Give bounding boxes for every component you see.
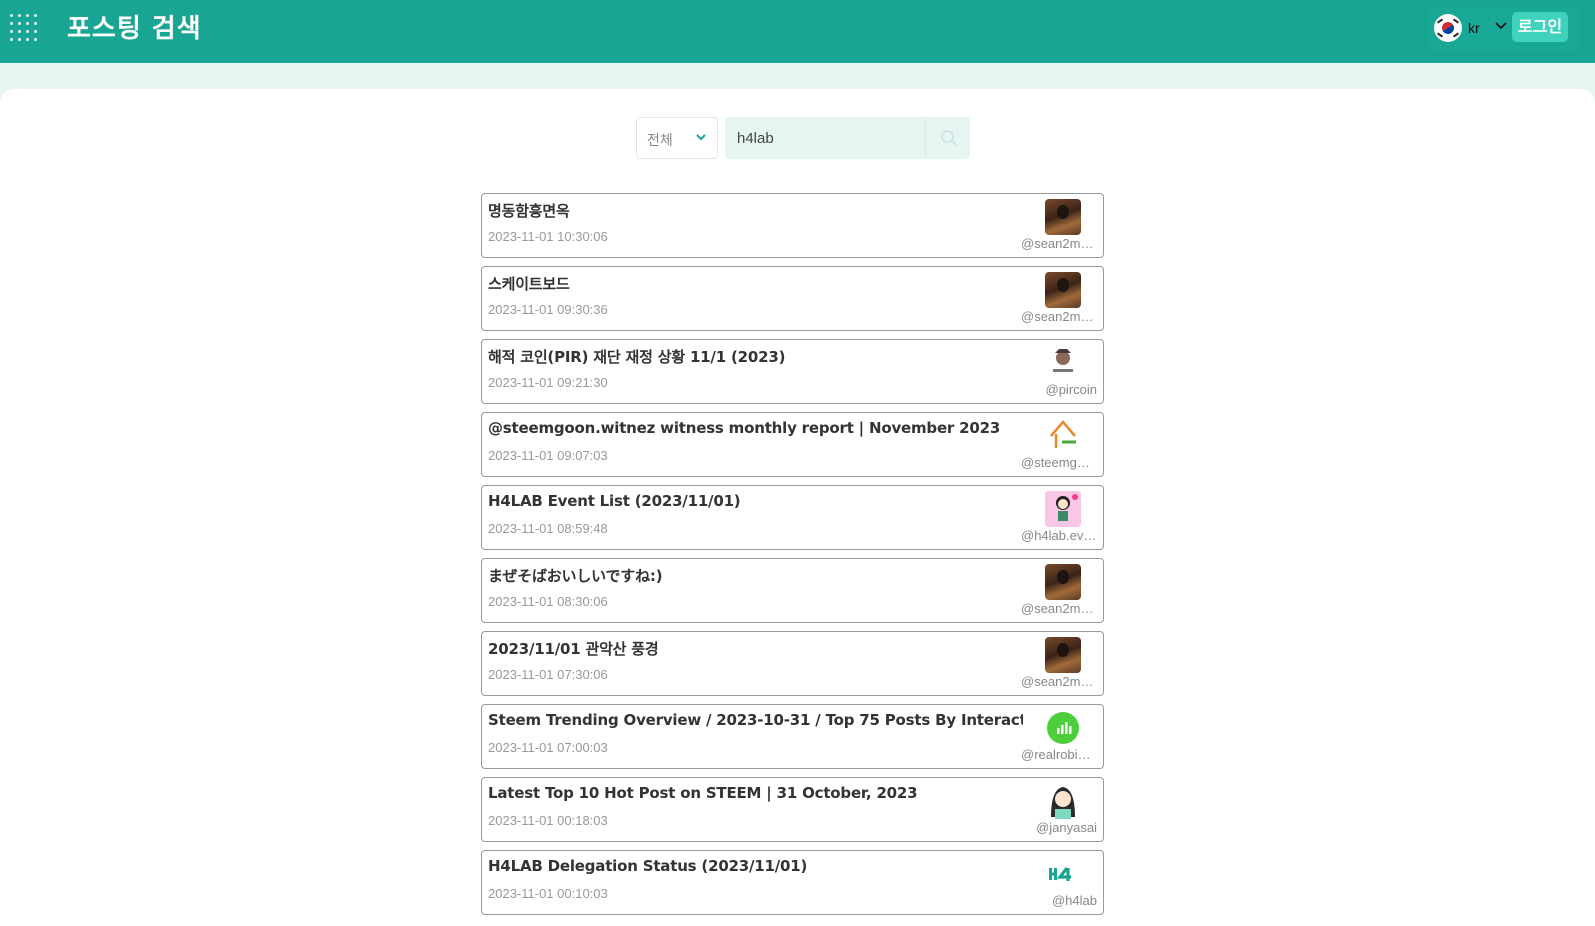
post-item[interactable]: Latest Top 10 Hot Post on STEEM | 31 Oct…: [481, 777, 1104, 842]
post-item[interactable]: @steemgoon.witnez witness monthly report…: [481, 412, 1104, 477]
post-list: 명동함흥면옥 2023-11-01 10:30:06 @sean2masaaki…: [481, 193, 1104, 923]
avatar[interactable]: [1045, 199, 1081, 235]
post-item[interactable]: H4LAB Delegation Status (2023/11/01) 202…: [481, 850, 1104, 915]
post-author[interactable]: @steemgoon.witnez: [1021, 455, 1097, 470]
post-title: H4LAB Delegation Status (2023/11/01): [488, 857, 808, 875]
post-item[interactable]: 해적 코인(PIR) 재단 재정 상황 11/1 (2023) 2023-11-…: [481, 339, 1104, 404]
search-button[interactable]: [925, 117, 970, 159]
avatar[interactable]: [1045, 710, 1081, 746]
post-author[interactable]: @sean2masaaki: [1021, 674, 1097, 689]
chevron-down-icon: [1494, 18, 1508, 35]
post-author[interactable]: @pircoin: [1021, 382, 1098, 397]
page-title: 포스팅 검색: [67, 14, 202, 44]
post-title: まぜそばおいしいですね:): [488, 567, 663, 585]
post-date: 2023-11-01 09:07:03: [488, 448, 608, 463]
post-title: Steem Trending Overview / 2023-10-31 / T…: [488, 711, 1023, 729]
post-date: 2023-11-01 07:00:03: [488, 740, 608, 755]
post-date: 2023-11-01 10:30:06: [488, 229, 608, 244]
post-date: 2023-11-01 07:30:06: [488, 667, 608, 682]
avatar[interactable]: [1045, 418, 1081, 454]
apps-menu-icon[interactable]: [8, 12, 38, 42]
post-item[interactable]: 명동함흥면옥 2023-11-01 10:30:06 @sean2masaaki: [481, 193, 1104, 258]
avatar[interactable]: [1045, 491, 1081, 527]
post-date: 2023-11-01 00:10:03: [488, 886, 608, 901]
language-selector[interactable]: kr 로그인: [1428, 6, 1580, 52]
search-filter-select[interactable]: 전체: [636, 117, 718, 159]
post-item[interactable]: 스케이트보드 2023-11-01 09:30:36 @sean2masaaki: [481, 266, 1104, 331]
post-title: 스케이트보드: [488, 275, 570, 293]
main-content: 전체 명동함흥면옥 2023-11-01 10:30:06 @sean2masa…: [0, 89, 1595, 926]
post-title: 2023/11/01 관악산 풍경: [488, 640, 659, 658]
post-author[interactable]: @realrobinhood: [1021, 747, 1097, 762]
filter-value: 전체: [647, 133, 673, 149]
post-title: 해적 코인(PIR) 재단 재정 상황 11/1 (2023): [488, 348, 786, 366]
avatar[interactable]: [1045, 345, 1081, 381]
post-title: Latest Top 10 Hot Post on STEEM | 31 Oct…: [488, 784, 918, 802]
post-date: 2023-11-01 00:18:03: [488, 813, 608, 828]
post-date: 2023-11-01 08:59:48: [488, 521, 608, 536]
post-date: 2023-11-01 09:30:36: [488, 302, 608, 317]
post-item[interactable]: まぜそばおいしいですね:) 2023-11-01 08:30:06 @sean2…: [481, 558, 1104, 623]
post-title: H4LAB Event List (2023/11/01): [488, 492, 741, 510]
avatar[interactable]: [1045, 272, 1081, 308]
post-author[interactable]: @sean2masaaki: [1021, 236, 1097, 251]
language-code: kr: [1468, 20, 1480, 36]
avatar[interactable]: [1045, 564, 1081, 600]
avatar[interactable]: [1045, 637, 1081, 673]
post-title: @steemgoon.witnez witness monthly report…: [488, 419, 1001, 437]
avatar[interactable]: [1045, 783, 1081, 819]
post-date: 2023-11-01 08:30:06: [488, 594, 608, 609]
post-item[interactable]: 2023/11/01 관악산 풍경 2023-11-01 07:30:06 @s…: [481, 631, 1104, 696]
post-item[interactable]: H4LAB Event List (2023/11/01) 2023-11-01…: [481, 485, 1104, 550]
search-box: [725, 117, 970, 159]
avatar[interactable]: [1045, 856, 1081, 892]
post-item[interactable]: Steem Trending Overview / 2023-10-31 / T…: [481, 704, 1104, 769]
post-author[interactable]: @sean2masaaki: [1021, 601, 1097, 616]
search-input[interactable]: [725, 117, 925, 159]
post-author[interactable]: @sean2masaaki: [1021, 309, 1097, 324]
top-bar: 포스팅 검색 kr 로그인: [0, 0, 1595, 63]
post-author[interactable]: @h4lab: [1021, 893, 1097, 908]
search-icon: [941, 130, 957, 146]
korea-flag-icon: [1434, 14, 1462, 42]
chevron-down-icon: [695, 130, 707, 146]
post-author[interactable]: @janyasai: [1021, 820, 1097, 835]
post-author[interactable]: @h4lab.event: [1021, 528, 1097, 543]
login-button[interactable]: 로그인: [1512, 12, 1568, 42]
post-date: 2023-11-01 09:21:30: [488, 375, 608, 390]
post-title: 명동함흥면옥: [488, 202, 570, 220]
